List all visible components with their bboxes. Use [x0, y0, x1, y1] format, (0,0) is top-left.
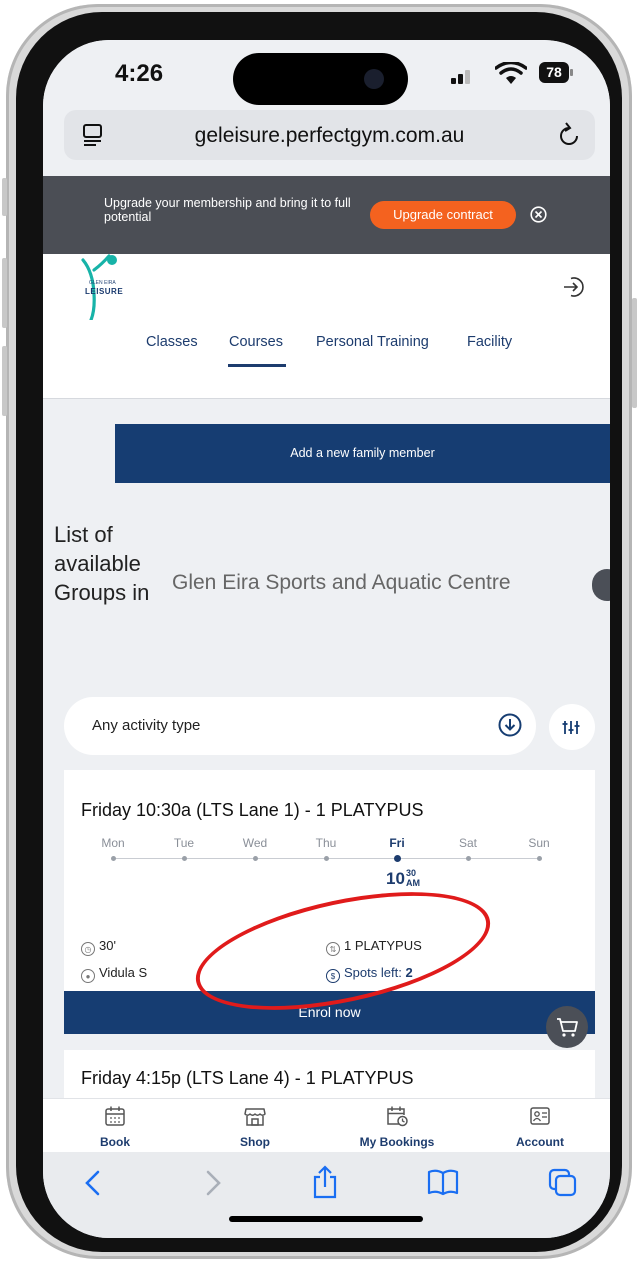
instructor-name: Vidula S: [99, 965, 148, 980]
weekday-sun: Sun: [528, 836, 550, 850]
weekday-dot: [252, 856, 258, 861]
status-bar: 4:26 78: [43, 40, 610, 108]
weekday-sat: Sat: [458, 836, 477, 850]
cart-button[interactable]: [546, 1006, 588, 1048]
forward-icon[interactable]: [201, 1168, 225, 1198]
logo-text: LEISURE: [85, 287, 124, 296]
nav-shop[interactable]: Shop: [200, 1105, 310, 1149]
tab-classes[interactable]: Classes: [146, 334, 198, 350]
cart-icon: [557, 1018, 578, 1037]
activity-type-dropdown[interactable]: Any activity type: [64, 697, 536, 755]
volume-down-button: [2, 346, 7, 416]
person-icon: ●: [81, 969, 95, 983]
location-name: Glen Eira Sports and Aquatic Centre: [172, 571, 511, 594]
nav-account[interactable]: Account: [485, 1105, 595, 1149]
upgrade-contract-button[interactable]: Upgrade contract: [370, 201, 516, 229]
browser-toolbar: [43, 1152, 610, 1238]
weekday-tue: Tue: [173, 836, 195, 850]
location-selector-toggle[interactable]: [592, 569, 610, 601]
active-tab-indicator: [228, 364, 286, 367]
reload-icon[interactable]: [557, 122, 581, 148]
dynamic-island: [233, 53, 408, 105]
screen: 4:26 78 geleisure.perfectgym.com.au Upgr…: [43, 40, 610, 1238]
nav-book-label: Book: [100, 1135, 130, 1149]
logout-icon[interactable]: [563, 276, 585, 298]
nav-my-bookings[interactable]: My Bookings: [342, 1105, 452, 1149]
weekday-dot: [465, 856, 471, 861]
url-text[interactable]: geleisure.perfectgym.com.au: [64, 124, 595, 148]
class-time-ampm: AM: [406, 878, 420, 888]
activity-type-value: Any activity type: [92, 717, 201, 734]
class-time-minute: 30: [406, 868, 417, 878]
add-family-member-button[interactable]: Add a new family member: [115, 424, 610, 483]
bookmarks-icon[interactable]: [427, 1168, 459, 1196]
wifi-icon: [495, 62, 527, 84]
action-button: [2, 178, 7, 216]
chevron-down-icon[interactable]: [498, 713, 522, 737]
sliders-icon: [562, 721, 580, 734]
bottom-nav: Book Shop My Bookings Account: [43, 1098, 610, 1153]
shop-icon: [244, 1108, 266, 1126]
tab-personal-training[interactable]: Personal Training: [316, 334, 429, 350]
weekday-dot: [110, 856, 116, 861]
weekday-thu: Thu: [315, 836, 337, 850]
weekday-dot-active: [393, 855, 401, 862]
tab-facility[interactable]: Facility: [467, 334, 512, 350]
tab-courses[interactable]: Courses: [229, 334, 283, 350]
upgrade-banner: Upgrade your membership and bring it to …: [43, 176, 610, 254]
home-indicator: [229, 1216, 423, 1222]
weekday-dot: [181, 856, 187, 861]
duration-value: 30': [99, 938, 116, 953]
filter-settings-button[interactable]: [549, 704, 595, 750]
clock-icon: ◷: [81, 942, 95, 956]
tabs-icon[interactable]: [548, 1168, 578, 1198]
weekday-mon: Mon: [101, 836, 125, 850]
signal-icon: [451, 70, 470, 84]
camera-icon: [364, 69, 384, 89]
nav-account-label: Account: [516, 1135, 564, 1149]
power-button: [632, 298, 637, 408]
logo-text-small: GLEN EIRA: [89, 280, 116, 286]
site-header: GLEN EIRA LEISURE Classes Courses Person…: [43, 254, 610, 399]
class-title: Friday 10:30a (LTS Lane 1) - 1 PLATYPUS: [81, 800, 424, 820]
close-icon[interactable]: [530, 206, 547, 223]
weekday-dot: [323, 856, 329, 861]
weekday-wed: Wed: [242, 836, 268, 850]
share-icon[interactable]: [311, 1165, 339, 1199]
battery-icon: 78: [539, 62, 569, 83]
back-icon[interactable]: [81, 1168, 105, 1198]
nav-shop-label: Shop: [240, 1135, 270, 1149]
upgrade-banner-text: Upgrade your membership and bring it to …: [104, 196, 351, 224]
bookings-icon: [387, 1106, 408, 1127]
class-time-hour: 10: [386, 869, 405, 888]
nav-tabs: Classes Courses Personal Training Facili…: [43, 334, 610, 368]
account-icon: [530, 1107, 550, 1125]
header-divider: [43, 398, 610, 399]
weekday-dot: [536, 856, 542, 861]
battery-tip: [570, 69, 573, 76]
weekday-fri: Fri: [389, 836, 405, 850]
nav-book[interactable]: Book: [60, 1105, 170, 1149]
duration: ◷ 30': [81, 938, 116, 956]
class-title: Friday 4:15p (LTS Lane 4) - 1 PLATYPUS: [81, 1068, 414, 1088]
nav-my-bookings-label: My Bookings: [359, 1135, 435, 1149]
address-bar[interactable]: geleisure.perfectgym.com.au: [64, 110, 595, 160]
groups-heading: List of available Groups in: [54, 522, 150, 605]
instructor: ● Vidula S: [81, 965, 147, 983]
volume-up-button: [2, 258, 7, 328]
status-time: 4:26: [115, 60, 164, 87]
calendar-icon: [105, 1106, 125, 1126]
